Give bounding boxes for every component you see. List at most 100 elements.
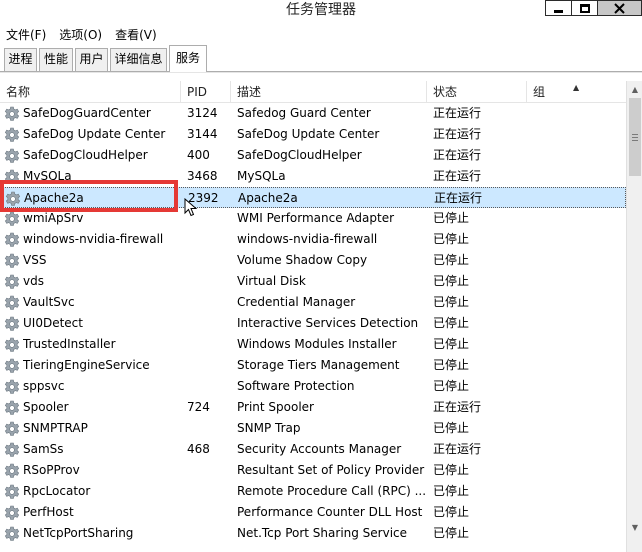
- service-pid: 3124: [187, 106, 218, 120]
- service-pid: [187, 250, 231, 271]
- service-name: sppsvc: [23, 379, 65, 393]
- service-description: MySQLa: [237, 169, 286, 183]
- service-row[interactable]: SafeDogGuardCenter 3124 Safedog Guard Cent…: [0, 103, 626, 124]
- service-row[interactable]: PerfHost Performance Counter DLL Host 已停止: [0, 502, 626, 523]
- service-gear-icon: [5, 191, 21, 207]
- menu-options[interactable]: 选项(O): [59, 26, 102, 43]
- service-gear-icon: [4, 148, 20, 164]
- service-row[interactable]: wmiApSrv WMI Performance Adapter 已停止: [0, 208, 626, 229]
- tab-processes[interactable]: 进程: [4, 48, 37, 71]
- service-status: 已停止: [433, 211, 470, 225]
- service-status: 已停止: [433, 316, 470, 330]
- service-row[interactable]: SNMPTRAP SNMP Trap 已停止: [0, 418, 626, 439]
- service-name: SamSs: [23, 442, 64, 456]
- service-row[interactable]: RpcLocator Remote Procedure Call (RPC) ..…: [0, 481, 626, 502]
- service-description: Credential Manager: [237, 295, 356, 309]
- service-name: TieringEngineService: [23, 358, 150, 372]
- service-gear-icon: [4, 379, 20, 395]
- service-pid: [187, 418, 231, 439]
- service-status: 正在运行: [433, 127, 482, 141]
- service-row[interactable]: TrustedInstaller Windows Modules Installe…: [0, 334, 626, 355]
- service-pid: 3468: [187, 169, 218, 183]
- service-row[interactable]: sppsvc Software Protection 已停止: [0, 376, 626, 397]
- mouse-cursor-icon: [184, 198, 198, 217]
- service-row[interactable]: VSS Volume Shadow Copy 已停止: [0, 250, 626, 271]
- service-description: Volume Shadow Copy: [237, 253, 368, 267]
- service-gear-icon: [4, 211, 20, 227]
- service-name: SafeDogGuardCenter: [23, 106, 151, 120]
- column-header-name[interactable]: 名称: [0, 81, 181, 103]
- service-description: SafeDogCloudHelper: [237, 148, 362, 162]
- service-gear-icon: [4, 400, 20, 416]
- service-row[interactable]: Spooler 724 Print Spooler 正在运行: [0, 397, 626, 418]
- service-pid: 724: [187, 400, 210, 414]
- service-gear-icon: [4, 274, 20, 290]
- service-pid: 468: [187, 442, 210, 456]
- services-list: SafeDogGuardCenter 3124 Safedog Guard Cent…: [0, 103, 626, 552]
- column-header-description[interactable]: 描述: [231, 81, 427, 103]
- service-gear-icon: [4, 484, 20, 500]
- tab-performance[interactable]: 性能: [39, 48, 73, 71]
- service-name: Spooler: [23, 400, 69, 414]
- service-description: Print Spooler: [237, 400, 314, 414]
- service-pid: [187, 271, 231, 292]
- service-row[interactable]: SafeDogCloudHelper 400 SafeDogCloudHelper 正…: [0, 145, 626, 166]
- service-status: 正在运行: [433, 106, 482, 120]
- service-pid: [187, 460, 231, 481]
- tab-users[interactable]: 用户: [75, 48, 108, 71]
- service-gear-icon: [4, 253, 20, 269]
- service-description: Security Accounts Manager: [237, 442, 402, 456]
- service-row[interactable]: UI0Detect Interactive Services Detection 已…: [0, 313, 626, 334]
- service-status: 已停止: [433, 463, 470, 477]
- service-status: 已停止: [433, 379, 470, 393]
- menu-view[interactable]: 查看(V): [115, 26, 157, 43]
- service-pid: [187, 523, 231, 544]
- service-status: 已停止: [433, 295, 470, 309]
- service-pid: [187, 376, 231, 397]
- service-description: Resultant Set of Policy Provider: [237, 463, 425, 477]
- service-description: Virtual Disk: [237, 274, 306, 288]
- minimize-button[interactable]: [545, 0, 572, 16]
- scroll-up-icon[interactable]: ▲: [627, 81, 642, 98]
- service-row[interactable]: VaultSvc Credential Manager 已停止: [0, 292, 626, 313]
- scrollbar-thumb[interactable]: [629, 98, 641, 176]
- service-row[interactable]: windows-nvidia-firewall windows-nvidia-fi…: [0, 229, 626, 250]
- service-name: vds: [23, 274, 44, 288]
- service-row[interactable]: TieringEngineService Storage Tiers Manage…: [0, 355, 626, 376]
- service-pid: [187, 502, 231, 523]
- service-row[interactable]: NetTcpPortSharing Net.Tcp Port Sharing Se…: [0, 523, 626, 544]
- service-description: Apache2a: [238, 191, 298, 205]
- service-row[interactable]: SafeDog Update Center 3144 SafeDog Update …: [0, 124, 626, 145]
- service-status: 已停止: [433, 274, 470, 288]
- service-name: MySQLa: [23, 169, 72, 183]
- service-name: RpcLocator: [23, 484, 91, 498]
- service-name: PerfHost: [23, 505, 74, 519]
- vertical-scrollbar[interactable]: ▲ ▼: [626, 81, 642, 552]
- service-row[interactable]: vds Virtual Disk 已停止: [0, 271, 626, 292]
- column-header-status[interactable]: 状态: [427, 81, 527, 103]
- service-gear-icon: [4, 463, 20, 479]
- column-header-pid[interactable]: PID: [181, 81, 231, 103]
- service-status: 已停止: [433, 232, 470, 246]
- service-row[interactable]: SamSs 468 Security Accounts Manager 正在运行: [0, 439, 626, 460]
- service-name: NetTcpPortSharing: [23, 526, 134, 540]
- tab-details[interactable]: 详细信息: [110, 48, 167, 71]
- service-pid: 3144: [187, 127, 218, 141]
- minimize-icon: [554, 9, 563, 13]
- service-status: 正在运行: [433, 169, 482, 183]
- service-status: 已停止: [433, 526, 470, 540]
- service-name: VSS: [23, 253, 47, 267]
- service-row[interactable]: Apache2a 2392 Apache2a 正在运行: [0, 187, 626, 208]
- sort-ascending-icon: ▲: [573, 83, 580, 92]
- menu-file[interactable]: 文件(F): [6, 26, 46, 43]
- maximize-icon: [579, 3, 590, 13]
- service-name: VaultSvc: [23, 295, 75, 309]
- service-name: SafeDog Update Center: [23, 127, 166, 141]
- service-status: 正在运行: [434, 191, 483, 205]
- scroll-down-icon[interactable]: ▼: [627, 519, 642, 536]
- maximize-button[interactable]: [571, 0, 598, 16]
- tab-services[interactable]: 服务: [169, 45, 207, 72]
- service-row[interactable]: RSoPProv Resultant Set of Policy Provider…: [0, 460, 626, 481]
- service-row[interactable]: MySQLa 3468 MySQLa 正在运行: [0, 166, 626, 187]
- close-button[interactable]: [597, 0, 642, 16]
